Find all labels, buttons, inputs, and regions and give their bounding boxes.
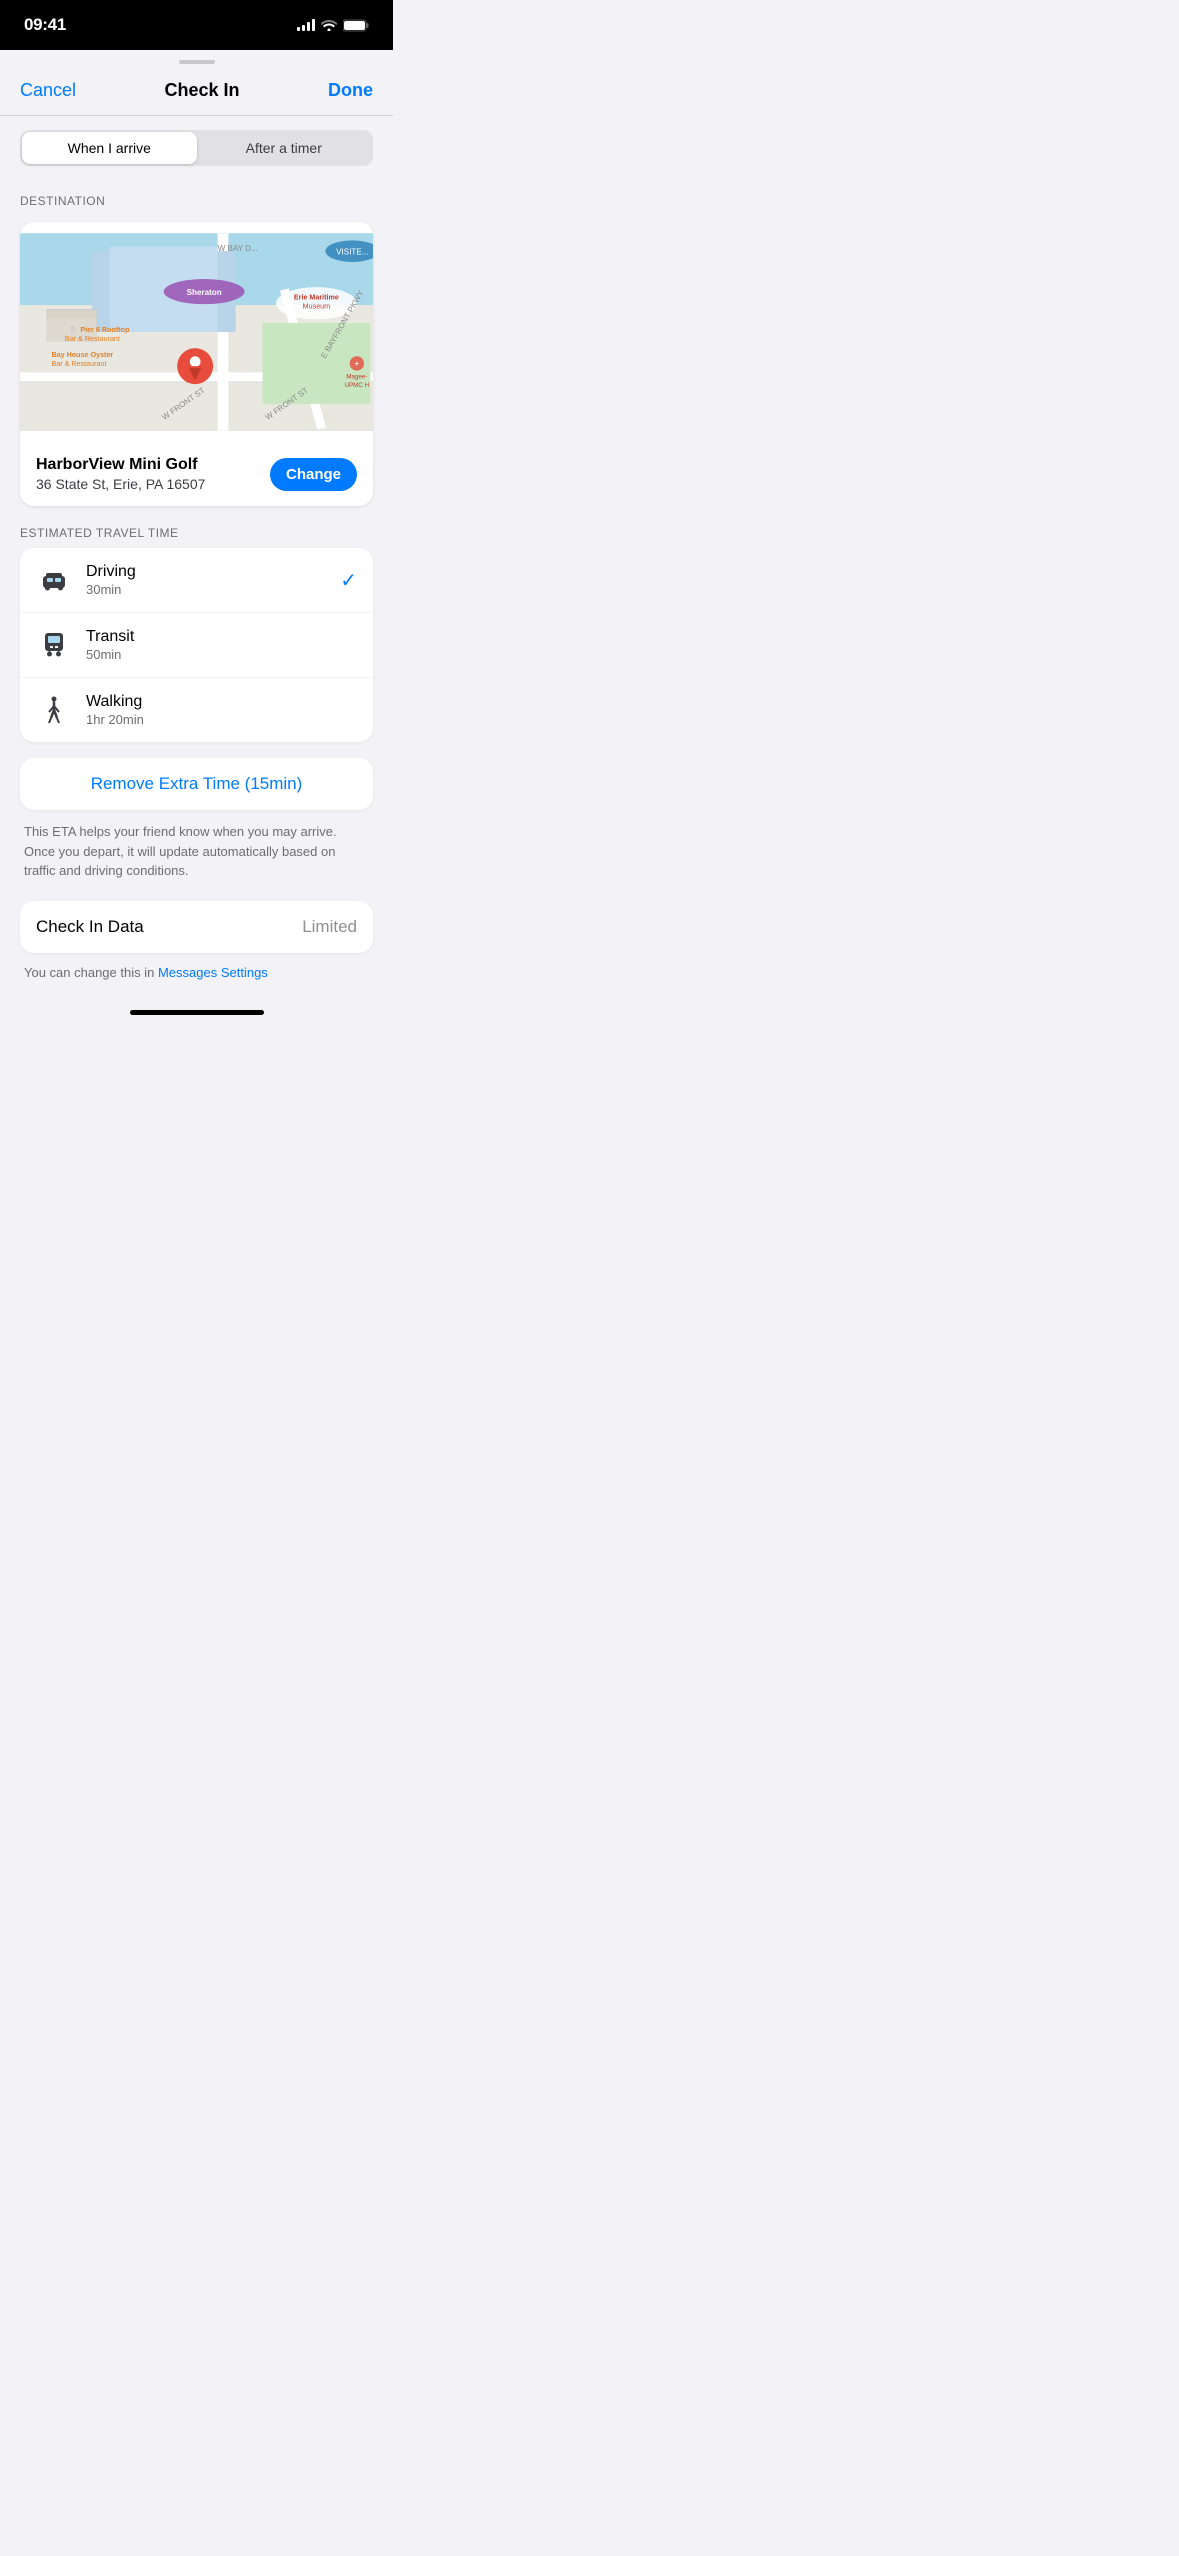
messages-settings-link[interactable]: Messages Settings — [158, 965, 268, 980]
settings-note: You can change this in Messages Settings — [0, 953, 393, 1003]
place-address: 36 State St, Erie, PA 16507 — [36, 476, 258, 492]
travel-card: Driving 30min ✓ Transit — [20, 548, 373, 742]
driving-info: Driving 30min — [86, 563, 340, 597]
status-icons — [297, 19, 369, 32]
svg-text:🍴 Pier 6 Rooftop: 🍴 Pier 6 Rooftop — [69, 325, 130, 334]
status-time: 09:41 — [24, 15, 66, 35]
driving-mode-label: Driving — [86, 563, 340, 581]
checkin-data-label: Check In Data — [36, 917, 144, 937]
destination-section: DESTINATION — [0, 176, 393, 222]
transit-time: 50min — [86, 647, 357, 662]
battery-icon — [343, 19, 369, 32]
svg-text:UPMC H: UPMC H — [344, 382, 369, 389]
change-button[interactable]: Change — [270, 458, 357, 491]
travel-row-walking[interactable]: Walking 1hr 20min — [20, 678, 373, 742]
svg-text:Bar & Restaurant: Bar & Restaurant — [51, 360, 106, 368]
eta-note: This ETA helps your friend know when you… — [0, 810, 393, 897]
transit-info: Transit 50min — [86, 628, 357, 662]
travel-row-driving[interactable]: Driving 30min ✓ — [20, 548, 373, 613]
walking-mode-label: Walking — [86, 693, 357, 711]
map-view: Sheraton 🍴 Pier 6 Rooftop Bar & Restaura… — [20, 222, 373, 442]
svg-text:Sheraton: Sheraton — [187, 288, 222, 297]
segment-container: When I arrive After a timer — [0, 116, 393, 176]
status-bar: 09:41 — [0, 0, 393, 50]
wifi-icon — [321, 19, 337, 31]
remove-extra-section: Remove Extra Time (15min) — [20, 758, 373, 810]
svg-text:Bar & Restaurant: Bar & Restaurant — [65, 335, 120, 343]
segment-control: When I arrive After a timer — [20, 130, 373, 166]
travel-row-transit[interactable]: Transit 50min — [20, 613, 373, 678]
home-bar — [130, 1010, 264, 1015]
transit-mode-label: Transit — [86, 628, 357, 646]
remove-extra-button[interactable]: Remove Extra Time (15min) — [91, 774, 303, 794]
walking-icon — [36, 692, 72, 728]
segment-after-timer[interactable]: After a timer — [197, 132, 372, 164]
done-button[interactable]: Done — [328, 80, 373, 101]
driving-selected-icon: ✓ — [340, 568, 357, 593]
home-indicator — [0, 1002, 393, 1021]
map-card: Sheraton 🍴 Pier 6 Rooftop Bar & Restaura… — [20, 222, 373, 506]
walking-info: Walking 1hr 20min — [86, 693, 357, 727]
sheet-handle — [0, 50, 393, 64]
handle-bar — [179, 60, 215, 64]
travel-section: ESTIMATED TRAVEL TIME Driving 30min ✓ — [0, 506, 393, 748]
walking-time: 1hr 20min — [86, 712, 357, 727]
checkin-data-value: Limited — [302, 917, 357, 937]
driving-time: 30min — [86, 582, 340, 597]
svg-text:+: + — [355, 360, 359, 368]
svg-text:Erie Maritime: Erie Maritime — [294, 294, 339, 302]
place-name: HarborView Mini Golf — [36, 456, 258, 474]
driving-icon — [36, 562, 72, 598]
checkin-data-card[interactable]: Check In Data Limited — [20, 901, 373, 953]
settings-note-prefix: You can change this in — [24, 965, 158, 980]
svg-text:Museum: Museum — [303, 303, 331, 311]
destination-label: DESTINATION — [20, 194, 373, 208]
page-title: Check In — [165, 80, 240, 101]
nav-bar: Cancel Check In Done — [0, 64, 393, 116]
travel-time-label: ESTIMATED TRAVEL TIME — [20, 526, 373, 540]
map-svg: Sheraton 🍴 Pier 6 Rooftop Bar & Restaura… — [20, 222, 373, 442]
svg-text:W BAY D...: W BAY D... — [218, 244, 258, 253]
svg-text:VISITE...: VISITE... — [336, 248, 368, 257]
cancel-button[interactable]: Cancel — [20, 80, 76, 101]
svg-text:Bay House Oyster: Bay House Oyster — [51, 351, 113, 359]
transit-icon — [36, 627, 72, 663]
map-address: HarborView Mini Golf 36 State St, Erie, … — [36, 456, 258, 492]
svg-text:Magee-: Magee- — [346, 374, 367, 381]
signal-icon — [297, 19, 315, 31]
map-info: HarborView Mini Golf 36 State St, Erie, … — [20, 442, 373, 506]
segment-when-arrive[interactable]: When I arrive — [22, 132, 197, 164]
